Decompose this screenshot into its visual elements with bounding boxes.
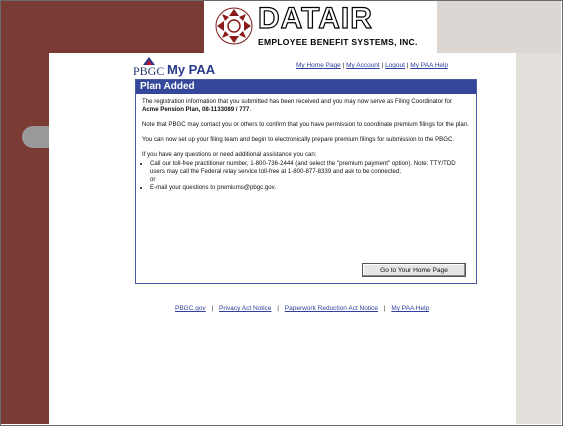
footer-link-paperwork-reduction-act-notice[interactable]: Paperwork Reduction Act Notice: [285, 305, 378, 312]
list-item: E-mail your questions to premiums@pbgc.g…: [150, 184, 470, 192]
gray-side-band: [516, 53, 561, 424]
datair-logo: DATAIR EMPLOYEE BENEFIT SYSTEMS, INC.: [214, 2, 436, 50]
nav-link-my-account[interactable]: My Account: [346, 62, 380, 69]
list-item: Call our toll-free practitioner number, …: [150, 160, 470, 184]
slide-tab-decoration: [22, 126, 52, 148]
nav-link-my-home-page[interactable]: My Home Page: [296, 62, 341, 69]
help-intro-paragraph: If you have any questions or need additi…: [142, 151, 317, 158]
footer-separator: |: [383, 305, 386, 312]
panel-title: Plan Added: [136, 80, 476, 94]
plan-name: Acme Pension Plan, 08-1133089 / 777: [142, 106, 250, 113]
next-steps-paragraph: You can now set up your filing team and …: [142, 136, 455, 143]
footer-separator: |: [211, 305, 214, 312]
footer-separator: |: [277, 305, 279, 312]
nav-separator: |: [381, 62, 384, 69]
help-options-list: Call our toll-free practitioner number, …: [142, 160, 470, 192]
company-tagline: EMPLOYEE BENEFIT SYSTEMS, INC.: [258, 37, 418, 47]
my-paa-logo: PBGC My PAA: [133, 57, 233, 78]
plan-added-panel: Plan Added The registration information …: [135, 79, 477, 284]
datair-emblem-icon: [215, 7, 253, 45]
contact-note-paragraph: Note that PBGC may contact you or others…: [142, 121, 469, 128]
footer-link-my-paa-help[interactable]: My PAA Help: [391, 305, 429, 312]
app-name: My PAA: [167, 62, 216, 77]
nav-link-logout[interactable]: Logout: [385, 62, 405, 69]
email-link[interactable]: premiums@pbgc.gov: [217, 184, 274, 191]
top-nav: My Home Page | My Account | Logout | My …: [296, 62, 448, 69]
maroon-side-band: [1, 53, 49, 424]
go-to-home-page-button[interactable]: Go to Your Home Page: [362, 263, 466, 277]
footer-nav: PBGC.gov | Privacy Act Notice | Paperwor…: [175, 305, 429, 312]
panel-body: The registration information that you su…: [136, 94, 476, 192]
footer-link-pbgc-gov[interactable]: PBGC.gov: [175, 305, 206, 312]
footer-link-privacy-act-notice[interactable]: Privacy Act Notice: [219, 305, 271, 312]
nav-link-my-paa-help[interactable]: My PAA Help: [410, 62, 448, 69]
maroon-header-band: [1, 1, 204, 53]
nav-separator: |: [406, 62, 409, 69]
pbgc-logo-text: PBGC: [133, 64, 165, 78]
confirmation-paragraph: The registration information that you su…: [142, 98, 452, 113]
company-wordmark: DATAIR: [257, 2, 373, 35]
nav-separator: |: [342, 62, 345, 69]
gray-header-band: [437, 1, 561, 53]
